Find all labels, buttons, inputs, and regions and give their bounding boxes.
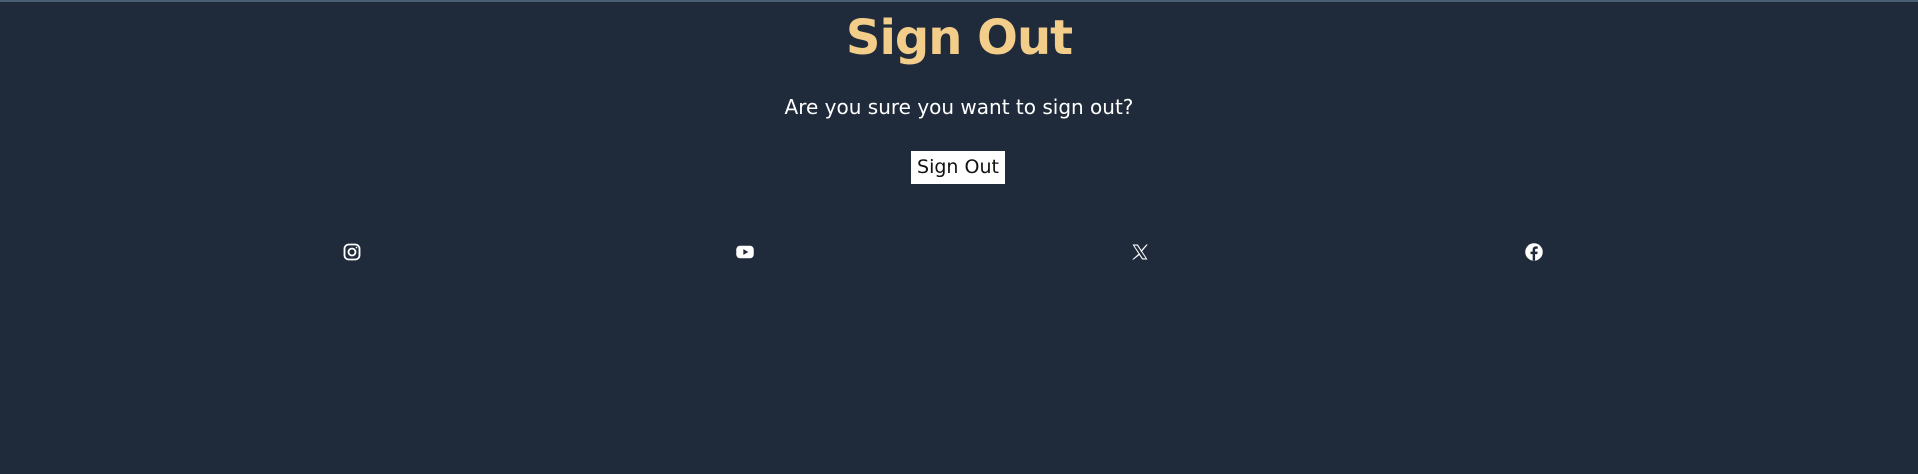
instagram-icon bbox=[342, 242, 362, 262]
x-link[interactable] bbox=[1130, 242, 1150, 262]
youtube-icon bbox=[735, 242, 755, 262]
youtube-link[interactable] bbox=[735, 242, 755, 262]
facebook-link[interactable] bbox=[1524, 242, 1544, 262]
page-title: Sign Out bbox=[845, 10, 1073, 66]
sign-out-prompt: Are you sure you want to sign out? bbox=[784, 95, 1134, 119]
instagram-link[interactable] bbox=[342, 242, 362, 262]
x-icon bbox=[1130, 242, 1150, 262]
sign-out-button[interactable]: Sign Out bbox=[911, 151, 1005, 184]
facebook-icon bbox=[1524, 242, 1544, 262]
